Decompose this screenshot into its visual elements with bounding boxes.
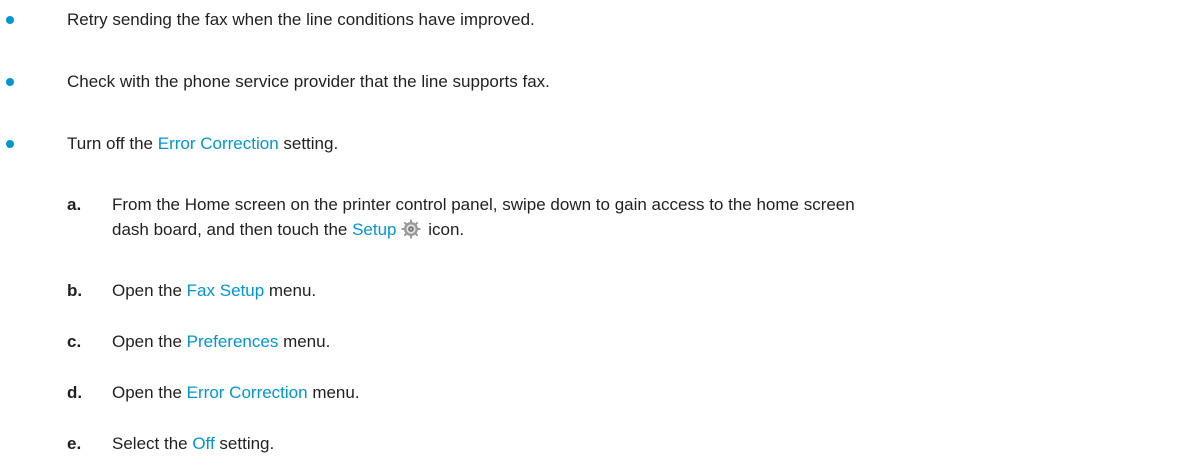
text-segment: Select the xyxy=(112,434,193,453)
step-text: Select the Off setting. xyxy=(112,432,1162,456)
fax-setup-link[interactable]: Fax Setup xyxy=(187,281,265,300)
bullet-dot-icon xyxy=(6,78,14,86)
step-letter: c. xyxy=(67,332,82,351)
step-letter: e. xyxy=(67,434,82,453)
step-letter: a. xyxy=(67,195,82,214)
gear-icon xyxy=(401,219,421,239)
text-segment: setting. xyxy=(214,434,275,453)
step-text: From the Home screen on the printer cont… xyxy=(112,193,1162,242)
bullet-text: Check with the phone service provider th… xyxy=(67,72,550,91)
step-letter: d. xyxy=(67,383,83,402)
text-segment: Turn off the xyxy=(67,134,158,153)
text-segment: dash board, and then touch the xyxy=(112,220,353,239)
text-segment: Open the xyxy=(112,383,187,402)
text-segment: icon. xyxy=(423,220,465,239)
error-correction-menu-link[interactable]: Error Correction xyxy=(187,383,308,402)
text-segment: menu. xyxy=(307,383,360,402)
setup-link[interactable]: Setup xyxy=(352,220,396,239)
text-segment: setting. xyxy=(278,134,339,153)
document-page: Retry sending the fax when the line cond… xyxy=(0,0,1182,466)
preferences-link[interactable]: Preferences xyxy=(187,332,279,351)
step-line: From the Home screen on the printer cont… xyxy=(112,195,855,214)
off-setting-link[interactable]: Off xyxy=(192,434,214,453)
bullet-dot-icon xyxy=(6,16,14,24)
step-letter: b. xyxy=(67,281,83,300)
text-segment: menu. xyxy=(264,281,317,300)
step-text: Open the Preferences menu. xyxy=(112,330,1162,354)
step-text: Open the Error Correction menu. xyxy=(112,381,1162,405)
text-segment: Open the xyxy=(112,332,187,351)
bullet-text: Turn off the Error Correction setting. xyxy=(67,132,338,156)
step-line: dash board, and then touch the Setup ico… xyxy=(112,218,1162,242)
text-segment: Open the xyxy=(112,281,187,300)
bullet-text: Retry sending the fax when the line cond… xyxy=(67,10,535,29)
text-segment: menu. xyxy=(278,332,331,351)
step-text: Open the Fax Setup menu. xyxy=(112,279,1162,303)
bullet-dot-icon xyxy=(6,140,14,148)
error-correction-link[interactable]: Error Correction xyxy=(158,134,279,153)
